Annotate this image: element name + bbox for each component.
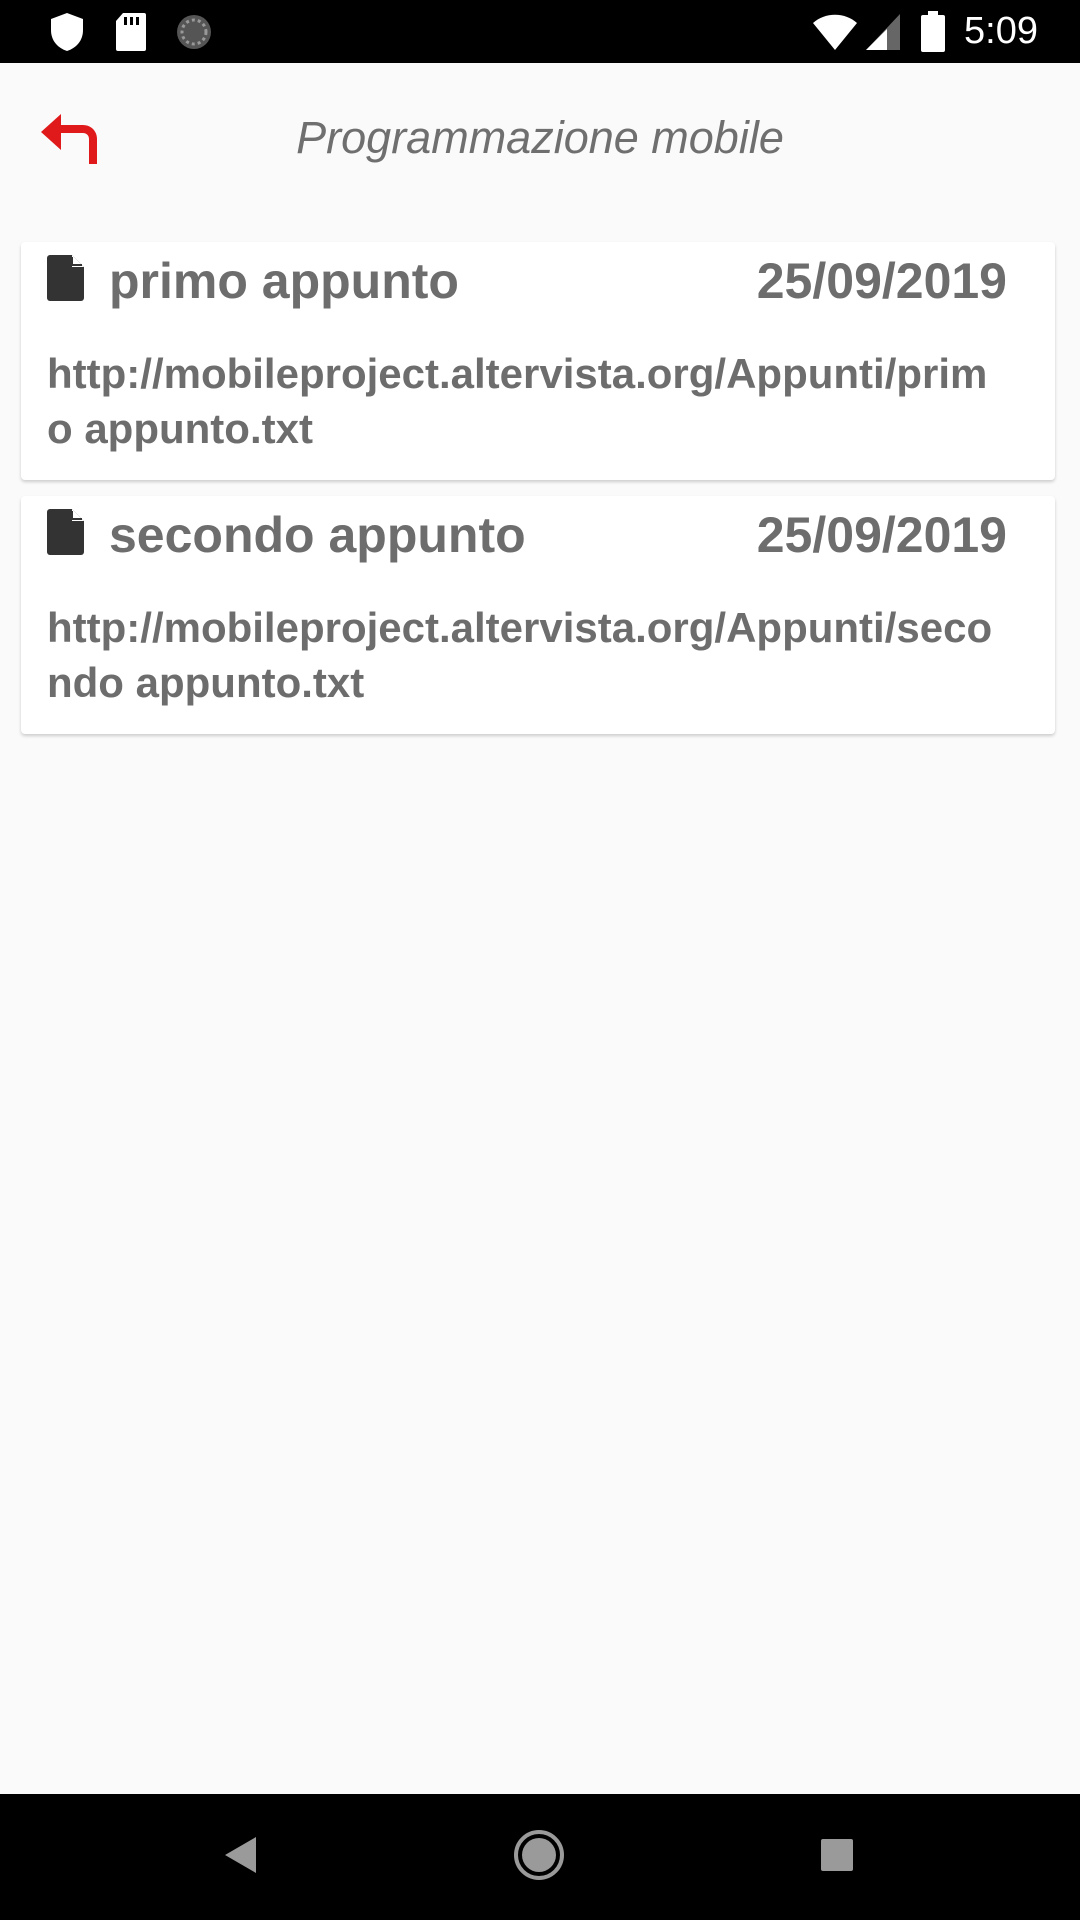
status-bar: 5:09 <box>0 0 1080 63</box>
note-title: secondo appunto <box>109 507 526 563</box>
shield-icon <box>50 0 84 63</box>
back-triangle-icon <box>222 1835 258 1880</box>
note-url: http://mobileproject.altervista.org/Appu… <box>47 604 993 706</box>
home-circle-icon <box>513 1829 565 1886</box>
wifi-icon <box>812 0 858 63</box>
notes-list: primo appunto 25/09/2019 http://mobilepr… <box>21 242 1055 750</box>
file-icon <box>47 255 85 301</box>
note-card[interactable]: primo appunto 25/09/2019 http://mobilepr… <box>21 242 1055 480</box>
signal-icon <box>865 0 901 63</box>
nav-home-button[interactable] <box>504 1822 574 1892</box>
app-bar: Programmazione mobile <box>0 63 1080 213</box>
navigation-bar <box>0 1794 1080 1920</box>
page-title: Programmazione mobile <box>296 112 784 163</box>
note-url: http://mobileproject.altervista.org/Appu… <box>47 350 988 452</box>
status-time: 5:09 <box>964 10 1038 52</box>
file-icon <box>47 509 85 555</box>
recents-square-icon <box>819 1837 855 1878</box>
note-date: 25/09/2019 <box>756 253 1007 309</box>
nav-back-button[interactable] <box>205 1822 275 1892</box>
note-date: 25/09/2019 <box>756 507 1007 563</box>
battery-icon <box>920 0 946 63</box>
nav-recents-button[interactable] <box>802 1822 872 1892</box>
note-title: primo appunto <box>109 253 459 309</box>
sd-card-icon <box>115 0 147 63</box>
note-card[interactable]: secondo appunto 25/09/2019 http://mobile… <box>21 496 1055 734</box>
sync-icon <box>175 0 213 63</box>
